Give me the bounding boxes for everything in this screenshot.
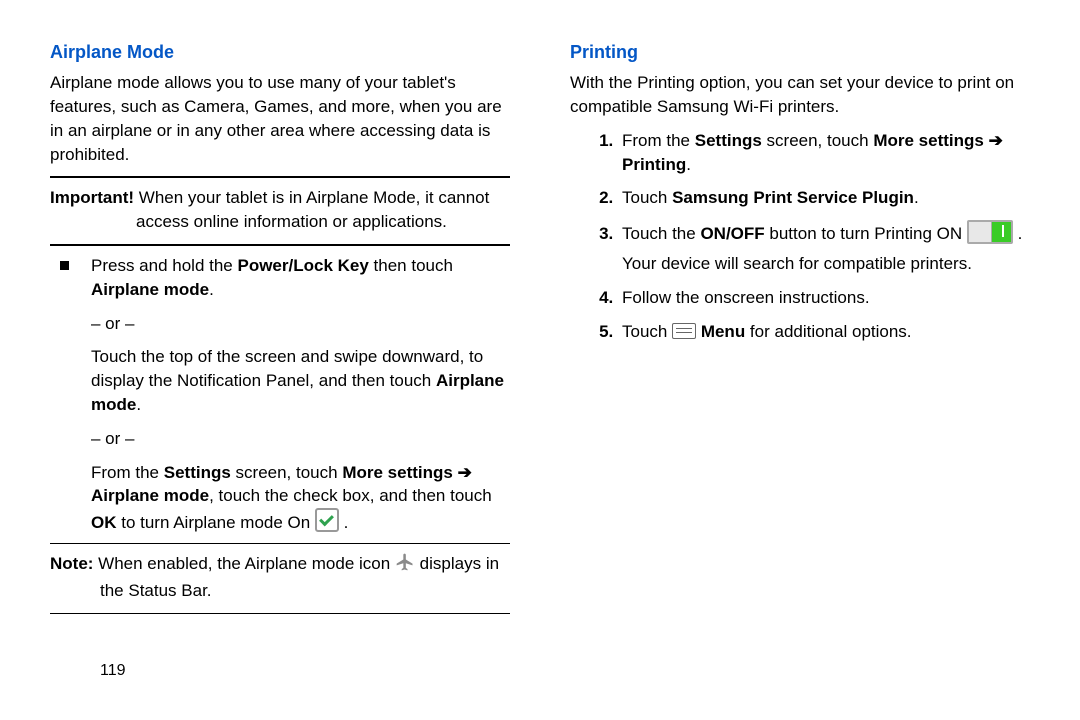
- bullet-body: Press and hold the Power/Lock Key then t…: [91, 254, 510, 535]
- important-note: Important! When your tablet is in Airpla…: [50, 186, 510, 234]
- left-column: Airplane Mode Airplane mode allows you t…: [50, 40, 510, 700]
- divider: [50, 543, 510, 544]
- right-column: Printing With the Printing option, you c…: [570, 40, 1030, 700]
- toggle-on-icon: [967, 220, 1013, 244]
- divider: [50, 244, 510, 246]
- bullet-line-1: Press and hold the Power/Lock Key then t…: [91, 254, 510, 302]
- step-5: Touch Menu for additional options.: [618, 320, 1030, 344]
- square-bullet-icon: [60, 261, 69, 270]
- step-3: Touch the ON/OFF button to turn Printing…: [618, 220, 1030, 276]
- note-text-b: displays in: [420, 554, 499, 573]
- bullet-item: Press and hold the Power/Lock Key then t…: [50, 254, 510, 535]
- bullet-line-3: From the Settings screen, touch More set…: [91, 461, 510, 535]
- printing-intro: With the Printing option, you can set yo…: [570, 71, 1030, 119]
- airplane-icon: [395, 552, 415, 579]
- page-number: 119: [100, 662, 126, 680]
- step-4: Follow the onscreen instructions.: [618, 286, 1030, 310]
- important-line2: access online information or application…: [50, 210, 510, 234]
- or-separator: – or –: [91, 312, 510, 336]
- manual-page: Airplane Mode Airplane mode allows you t…: [0, 0, 1080, 720]
- airplane-mode-heading: Airplane Mode: [50, 40, 510, 65]
- bullet-line-2: Touch the top of the screen and swipe do…: [91, 345, 510, 416]
- important-line1: When your tablet is in Airplane Mode, it…: [139, 188, 490, 207]
- step-2: Touch Samsung Print Service Plugin.: [618, 186, 1030, 210]
- airplane-intro: Airplane mode allows you to use many of …: [50, 71, 510, 166]
- note-label: Note:: [50, 554, 98, 573]
- divider: [50, 613, 510, 614]
- checked-checkbox-icon: [315, 508, 339, 532]
- note-block: Note: When enabled, the Airplane mode ic…: [50, 552, 510, 603]
- menu-icon: [672, 323, 696, 339]
- printing-steps: From the Settings screen, touch More set…: [570, 129, 1030, 344]
- step-1: From the Settings screen, touch More set…: [618, 129, 1030, 177]
- step-3-extra: Your device will search for compatible p…: [622, 252, 1030, 276]
- or-separator: – or –: [91, 427, 510, 451]
- divider: [50, 176, 510, 178]
- printing-heading: Printing: [570, 40, 1030, 65]
- important-label: Important!: [50, 188, 139, 207]
- note-text-c: the Status Bar.: [50, 579, 510, 603]
- note-text-a: When enabled, the Airplane mode icon: [98, 554, 395, 573]
